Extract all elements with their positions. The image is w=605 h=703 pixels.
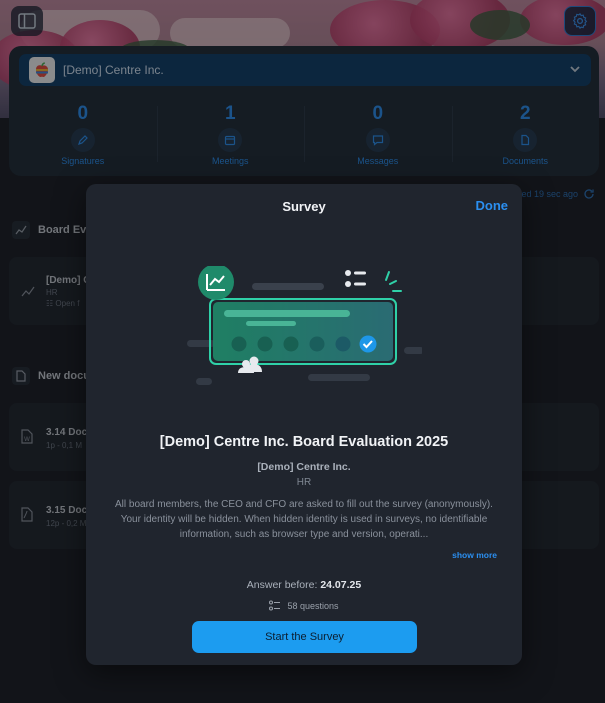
survey-company: [Demo] Centre Inc. — [257, 461, 351, 473]
show-more-link[interactable]: show more — [452, 550, 497, 560]
survey-description: All board members, the CEO and CFO are a… — [115, 499, 493, 540]
list-icon — [269, 600, 281, 611]
modal-title: Survey — [282, 199, 326, 214]
question-count: 58 questions — [86, 600, 522, 611]
answer-deadline: Answer before: 24.07.25 — [86, 579, 522, 591]
survey-title: [Demo] Centre Inc. Board Evaluation 2025 — [159, 434, 449, 450]
answer-label: Answer before: — [246, 579, 318, 591]
survey-illustration — [187, 266, 422, 385]
survey-modal: Survey Done [Demo] Centre Inc. Board Eva… — [86, 184, 522, 665]
answer-date: 24.07.25 — [320, 579, 362, 591]
done-button[interactable]: Done — [476, 198, 509, 213]
start-survey-button[interactable]: Start the Survey — [192, 621, 417, 653]
survey-department: HR — [296, 477, 312, 488]
question-count-text: 58 questions — [287, 600, 339, 611]
